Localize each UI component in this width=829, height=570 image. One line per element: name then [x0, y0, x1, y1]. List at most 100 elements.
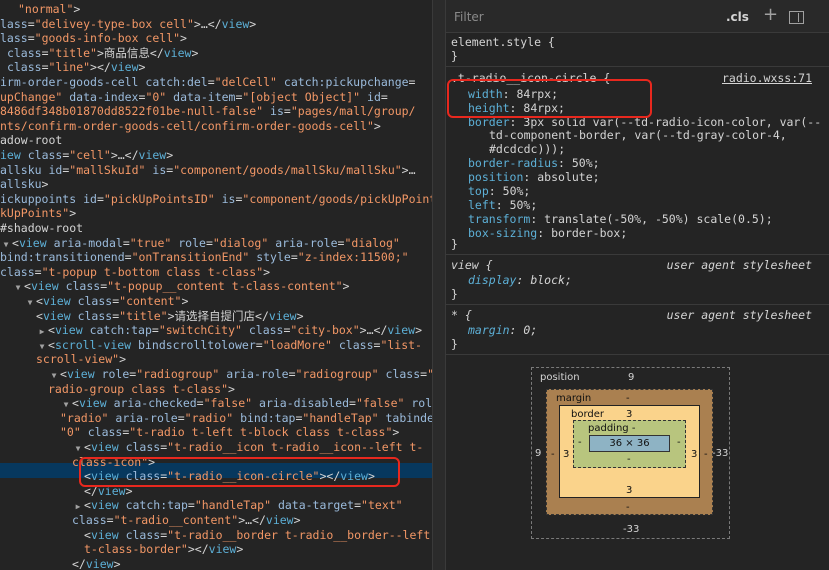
style-property-border-radius[interactable]: border-radius: 50%;	[468, 156, 600, 170]
dom-node-line[interactable]: radio-group class t-class">	[48, 382, 235, 397]
dom-node-line[interactable]: nts/confirm-order-goods-cell/confirm-ord…	[0, 119, 381, 134]
style-prop-value[interactable]: 50%;	[572, 156, 600, 170]
style-property-position[interactable]: position: absolute;	[468, 170, 600, 184]
style-prop-value[interactable]: #dcdcdc)));	[489, 142, 565, 156]
dom-node-line[interactable]: "0" class="t-radio t-left t-block class …	[60, 425, 399, 440]
dom-node-line[interactable]: "normal">	[18, 2, 80, 17]
dom-node-line[interactable]: ▼ <view aria-checked="false" aria-disable…	[60, 396, 432, 411]
dom-token	[71, 309, 78, 323]
dom-node-line[interactable]: kUpPoints">	[0, 206, 76, 221]
position-bottom-value[interactable]: -33	[623, 524, 639, 535]
position-top-value[interactable]: 9	[628, 372, 634, 383]
padding-right-value[interactable]: -	[677, 437, 681, 448]
dom-node-line[interactable]: adow-root	[0, 133, 62, 148]
dom-node-line[interactable]: lass="delivey-type-box cell">…</view>	[0, 17, 256, 32]
style-prop-value[interactable]: 50%;	[503, 184, 531, 198]
style-prop-value[interactable]: absolute;	[537, 170, 599, 184]
dom-node-line[interactable]: </view>	[72, 557, 121, 570]
style-prop-name[interactable]: box-sizing	[468, 226, 537, 240]
dom-token: "dialog"	[344, 235, 400, 250]
position-right-value[interactable]: -33	[712, 448, 728, 459]
panel-divider[interactable]	[432, 0, 446, 570]
dom-token: aria-role	[275, 235, 338, 250]
dom-token: "pickUpPointsID"	[103, 191, 215, 206]
dom-node-line[interactable]: allsku id="mallSkuId" is="component/good…	[0, 163, 416, 178]
content-box[interactable]: 36 × 36	[589, 435, 670, 452]
style-property-box-sizing[interactable]: box-sizing: border-box;	[468, 226, 627, 240]
padding-bottom-value[interactable]: -	[627, 454, 631, 465]
style-property-continuation[interactable]: td-component-border, var(--td-gray-color…	[489, 128, 787, 142]
styles-filter-input[interactable]	[450, 6, 710, 28]
style-prop-value[interactable]: border-box;	[551, 226, 627, 240]
dom-node-line[interactable]: lass="goods-info-box cell">	[0, 31, 187, 46]
style-prop-value[interactable]: td-component-border, var(--td-gray-color…	[489, 128, 787, 142]
style-property-continuation[interactable]: #dcdcdc)));	[489, 142, 565, 156]
margin-left-value[interactable]: -	[551, 449, 555, 460]
dom-token: >…	[401, 162, 416, 177]
dom-node-line[interactable]: <view class="t-radio__border t-radio__bo…	[84, 528, 430, 543]
dom-token: view	[387, 323, 416, 338]
dom-token: "false"	[203, 396, 253, 411]
dom-node-line[interactable]: t-class-border"></view>	[84, 542, 243, 557]
dom-node-line[interactable]: class="line"></view>	[0, 60, 146, 75]
style-prop-name[interactable]: border-radius	[468, 156, 558, 170]
dom-token: <	[12, 235, 19, 250]
cls-toggle-button[interactable]: .cls	[726, 10, 749, 24]
dom-node-line[interactable]: ▶ <view catch:tap="handleTap" data-target…	[72, 498, 403, 513]
dom-node-line[interactable]: 8486df348b01870dd8522f01be-null-false" i…	[0, 104, 415, 119]
dom-node-line[interactable]: #shadow-root	[0, 221, 83, 236]
dom-node-line[interactable]: class="t-radio__content">…</view>	[72, 513, 301, 528]
border-right-value[interactable]: 3	[691, 449, 697, 460]
border-bottom-value[interactable]: 3	[626, 485, 632, 496]
style-prop-name[interactable]: transform	[468, 212, 530, 226]
margin-bottom-value[interactable]: -	[626, 502, 630, 513]
position-left-value[interactable]: 9	[535, 448, 541, 459]
dom-node-line[interactable]: scroll-view">	[36, 352, 126, 367]
dom-node-line[interactable]: class="t-popup t-bottom class t-class">	[0, 265, 270, 280]
dom-token: =	[41, 45, 49, 60]
dom-node-line[interactable]: "radio" aria-role="radio" bind:tap="hand…	[60, 411, 432, 426]
dom-token: view	[110, 60, 139, 75]
dom-node-line[interactable]: upChange" data-index="0" data-item="[obj…	[0, 90, 388, 105]
style-prop-value[interactable]: 50%;	[510, 198, 538, 212]
style-property-transform[interactable]: transform: translate(-50%, -50%) scale(0…	[468, 212, 773, 226]
dom-node-line[interactable]: ickuppoints id="pickUpPointsID" is="comp…	[0, 192, 432, 207]
sidebar-toggle-icon[interactable]	[789, 11, 804, 24]
style-prop-name[interactable]: left	[468, 198, 496, 212]
dom-node-line[interactable]: iew class="cell">…</view>	[0, 148, 173, 163]
expand-triangle-icon[interactable]: ▼	[12, 280, 24, 295]
style-prop-name[interactable]: top	[468, 184, 489, 198]
dom-node-line[interactable]: bind:transitionend="onTransitionEnd" sty…	[0, 250, 409, 265]
dom-token: ></	[187, 542, 209, 557]
dom-node-line[interactable]: ▼ <view aria-modal="true" role="dialog" a…	[0, 236, 400, 251]
dom-node-line[interactable]: ▼ <view class="t-radio__icon t-radio__ico…	[72, 440, 424, 455]
dom-node-line[interactable]: allsku>	[0, 177, 48, 192]
border-top-value[interactable]: 3	[626, 409, 632, 420]
expand-triangle-icon[interactable]: ▼	[24, 295, 36, 310]
rule1-source-link[interactable]: radio.wxss:71	[722, 71, 812, 85]
margin-right-value[interactable]: -	[704, 449, 708, 460]
element-style-selector[interactable]: element.style {	[451, 35, 555, 49]
dom-node-line[interactable]: ▼ <view class="t-popup__content t-class-c…	[12, 279, 350, 295]
dom-node-line[interactable]: irm-order-goods-cell catch:del="delCell"…	[0, 75, 415, 90]
dom-token: scroll-view	[54, 337, 132, 352]
style-property-left[interactable]: left: 50%;	[468, 198, 537, 212]
padding-left-value[interactable]: -	[578, 437, 582, 448]
dom-token: scroll-view"	[36, 352, 120, 367]
dom-token: view	[90, 498, 119, 513]
dom-node-line[interactable]: ▼ <scroll-view bindscrolltolower="loadMor…	[36, 338, 422, 353]
style-property-top[interactable]: top: 50%;	[468, 184, 530, 198]
new-style-rule-button[interactable]: +	[763, 4, 778, 25]
dom-token: lass	[0, 31, 28, 46]
dom-node-line[interactable]: ▼ <view role="radiogroup" aria-role="radi…	[48, 367, 432, 382]
border-left-value[interactable]: 3	[563, 449, 569, 460]
margin-top-value[interactable]: -	[626, 393, 630, 404]
dom-node-line[interactable]: ▶ <view catch:tap="switchCity" class="cit…	[36, 323, 422, 338]
style-prop-name[interactable]: position	[468, 170, 523, 184]
style-prop-value[interactable]: translate(-50%, -50%) scale(0.5);	[544, 212, 772, 226]
rule-separator	[446, 66, 829, 67]
dom-node-line[interactable]: ▼ <view class="content">	[24, 294, 189, 310]
dom-node-line[interactable]: <view class="title">请选择自提门店</view>	[36, 309, 304, 324]
dom-node-line[interactable]: class="title">商品信息</view>	[0, 46, 198, 61]
dom-token: tabindex	[385, 410, 433, 425]
